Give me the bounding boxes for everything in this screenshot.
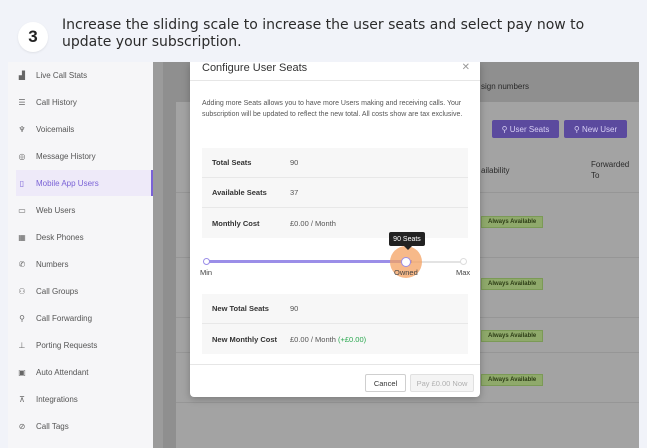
status-badge: Always Available [481,374,544,386]
sidebar-item-call-history[interactable]: ☰ Call History [16,89,153,115]
new-monthly-cost-value: £0.00 / Month (+£0.00) [290,334,367,344]
sidebar-divider [153,62,163,448]
users-icon: ⚇ [18,286,26,296]
step-instruction: Increase the sliding scale to increase t… [62,17,585,50]
seats-slider-thumb[interactable] [401,257,411,267]
sidebar-item-numbers[interactable]: ✆ Numbers [16,251,153,277]
status-badge: Always Available [481,278,544,290]
modal-header-divider [190,80,480,81]
status-badge: Always Available [481,330,544,342]
cancel-button[interactable]: Cancel [365,374,406,392]
sidebar-item-call-forwarding[interactable]: ⚲ Call Forwarding [16,305,153,331]
sidebar-item-mobile-app-users[interactable]: ▯ Mobile App Users [16,170,153,196]
close-icon[interactable]: ✕ [462,62,470,73]
attendant-icon: ▣ [18,367,26,377]
current-seats-table: Total Seats 90 Available Seats 37 Monthl… [202,148,468,238]
modal-footer-divider [190,364,480,365]
message-icon: ◎ [18,151,26,161]
list-icon: ☰ [18,97,26,107]
user-icon: ⚲ [573,124,582,134]
status-badge: Always Available [481,216,544,228]
sidebar-item-porting-requests[interactable]: ⊥ Porting Requests [16,332,153,358]
new-monthly-cost-label: New Monthly Cost [212,334,277,344]
total-seats-row: Total Seats 90 [202,148,468,178]
available-seats-label: Available Seats [212,188,267,197]
configure-user-seats-modal: Configure User Seats ✕ Adding more Seats… [190,62,480,397]
assign-numbers-text: sign numbers [481,82,530,91]
app-screenshot: ▟ Live Call Stats ☰ Call History ♆ Voicemai… [8,62,639,448]
monitor-icon: ▭ [18,205,26,215]
new-total-seats-row: New Total Seats 90 [202,294,468,324]
slider-tooltip: 90 Seats [389,232,425,246]
sidebar-item-auto-attendant[interactable]: ▣ Auto Attendant [16,359,153,385]
monthly-cost-label: Monthly Cost [212,218,260,228]
user-forward-icon: ⚲ [19,313,25,323]
monthly-cost-value: £0.00 / Month [290,218,336,228]
table-divider [176,402,639,403]
tag-icon: ⊘ [18,421,26,431]
new-user-button[interactable]: ⚲ New User [564,120,627,138]
seats-slider-fill [206,260,412,263]
mobile-icon: ▯ [19,178,25,188]
available-seats-row: Available Seats 37 [202,178,468,208]
modal-title: Configure User Seats [202,62,308,74]
new-total-seats-value: 90 [290,304,299,313]
slider-tooltip-arrow [404,246,412,250]
user-icon: ⚲ [501,124,510,134]
sidebar-item-voicemails[interactable]: ♆ Voicemails [16,116,153,142]
monthly-cost-row: Monthly Cost £0.00 / Month [202,208,468,238]
sidebar-item-web-users[interactable]: ▭ Web Users [16,197,153,223]
new-monthly-cost-row: New Monthly Cost £0.00 / Month (+£0.00) [202,324,468,354]
new-total-seats-label: New Total Seats [212,304,269,313]
bar-chart-icon: ▟ [18,70,26,80]
step-number: 3 [18,22,48,52]
total-seats-value: 90 [290,158,299,167]
slider-min-label: Min [200,268,213,277]
total-seats-label: Total Seats [212,158,252,167]
integrations-icon: ⊼ [19,394,25,404]
column-forwarded-to: Forwarded To [591,160,630,180]
slider-max-label: Max [456,268,471,277]
phone-icon: ✆ [18,259,26,269]
slider-owned-label: Owned [394,268,418,277]
sidebar-item-live-call-stats[interactable]: ▟ Live Call Stats [16,62,153,88]
sidebar-item-call-tags[interactable]: ⊘ Call Tags [16,413,153,439]
user-seats-button[interactable]: ⚲ User Seats [492,120,559,138]
cost-delta: (+£0.00) [337,334,367,344]
step-header: 3 Increase the sliding scale to increase… [0,0,647,62]
desk-phone-icon: ▦ [18,232,26,242]
column-availability: ailability [481,166,510,175]
slider-max-dot [460,258,467,265]
sidebar-item-desk-phones[interactable]: ▦ Desk Phones [16,224,153,250]
sidebar-item-integrations[interactable]: ⊼ Integrations [16,386,153,412]
sidebar: ▟ Live Call Stats ☰ Call History ♆ Voicemai… [8,62,153,448]
sidebar-item-message-history[interactable]: ◎ Message History [16,143,153,169]
pay-now-button[interactable]: Pay £0.00 Now [410,374,474,392]
slider-min-dot [203,258,210,265]
voicemail-icon: ♆ [18,124,26,134]
modal-description: Adding more Seats allows you to have mor… [202,100,463,118]
new-seats-table: New Total Seats 90 New Monthly Cost £0.0… [202,294,468,354]
sidebar-item-call-groups[interactable]: ⚇ Call Groups [16,278,153,304]
porting-icon: ⊥ [18,340,26,350]
available-seats-value: 37 [290,188,299,197]
